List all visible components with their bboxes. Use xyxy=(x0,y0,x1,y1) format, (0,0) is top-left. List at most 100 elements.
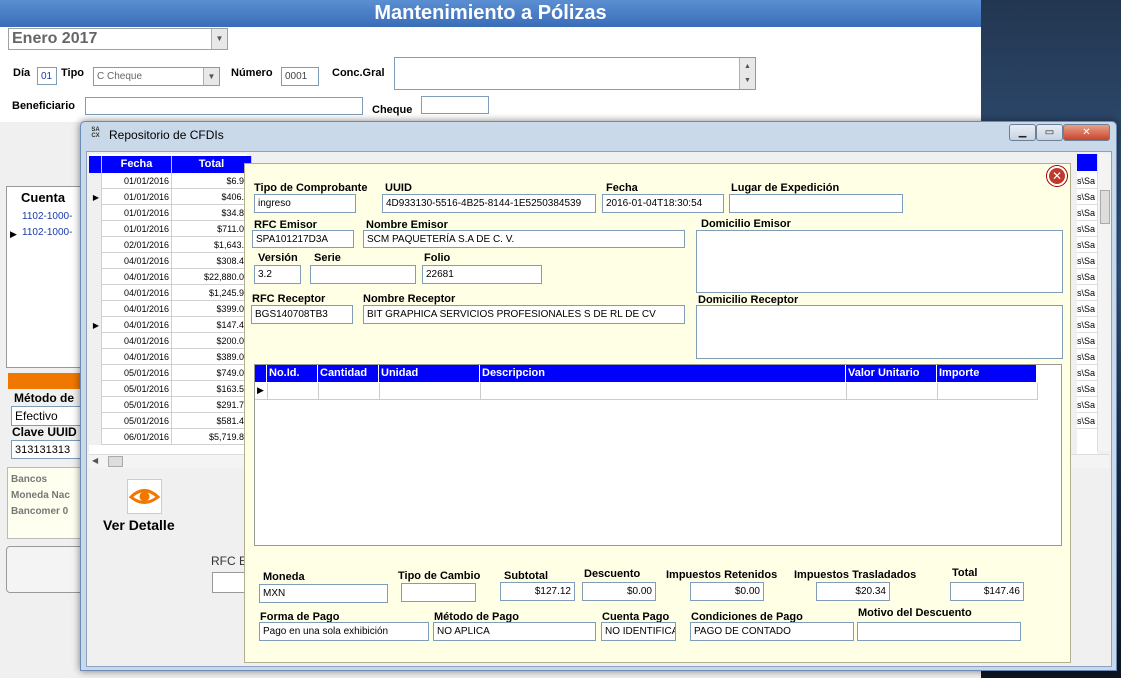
metodo-pago-field[interactable]: NO APLICA xyxy=(433,622,596,641)
row-selector[interactable] xyxy=(89,381,102,397)
cuenta-pago-field[interactable]: NO IDENTIFICADO xyxy=(601,622,676,641)
grid-row[interactable]: 04/01/2016 $399.00 xyxy=(89,301,252,317)
domicilio-emisor-field[interactable] xyxy=(696,230,1063,293)
descuento-field[interactable]: $0.00 xyxy=(582,582,656,601)
scroll-left-icon[interactable]: ◀ xyxy=(92,456,98,465)
grid-row[interactable]: 01/01/2016 $6.90 xyxy=(89,173,252,189)
scroll-thumb[interactable] xyxy=(108,456,123,467)
row-selector[interactable] xyxy=(89,429,102,445)
rfc-emisor-field[interactable]: SPA101217D3A xyxy=(252,230,354,248)
grid-cell-fecha: 06/01/2016 xyxy=(102,429,172,445)
grid-row[interactable]: 05/01/2016 $163.56 xyxy=(89,381,252,397)
metodo-input[interactable]: Efectivo xyxy=(11,406,87,426)
grid-row[interactable]: 04/01/2016 $200.00 xyxy=(89,333,252,349)
grid-row[interactable]: 02/01/2016 $1,643.9 xyxy=(89,237,252,253)
row-pointer-icon: ▶ xyxy=(92,193,99,202)
grid-row[interactable]: 04/01/2016 $1,245.90 xyxy=(89,285,252,301)
close-icon: ✕ xyxy=(1082,127,1091,138)
grid-row[interactable]: 01/01/2016 $711.00 xyxy=(89,221,252,237)
period-select[interactable]: Enero 2017 ▼ xyxy=(8,28,228,50)
condiciones-pago-field[interactable]: PAGO DE CONTADO xyxy=(690,622,854,641)
moneda-field[interactable]: MXN xyxy=(259,584,388,603)
grid-cell-peek: s\Sa xyxy=(1077,189,1097,205)
row-selector[interactable] xyxy=(89,301,102,317)
grid-row[interactable]: 01/01/2016 $34.80 xyxy=(89,205,252,221)
row-selector[interactable] xyxy=(89,173,102,189)
dia-input[interactable]: 01 xyxy=(37,67,57,85)
grid-row[interactable]: 05/01/2016 $581.40 xyxy=(89,413,252,429)
grid-cell-total: $147.46 xyxy=(172,317,252,333)
dialog-titlebar[interactable]: SA CX Repositorio de CFDIs ▁ ▭ ✕ xyxy=(81,122,1116,146)
row-selector[interactable] xyxy=(89,413,102,429)
grid-vertical-scrollbar[interactable] xyxy=(1097,154,1111,451)
tipo-comprobante-field[interactable]: ingreso xyxy=(254,194,356,213)
maximize-button[interactable]: ▭ xyxy=(1036,124,1063,141)
row-selector[interactable] xyxy=(89,205,102,221)
conceptos-header[interactable]: Descripcion xyxy=(480,365,846,382)
grid-row[interactable]: 04/01/2016 $22,880.00 xyxy=(89,269,252,285)
rfc-partial-input[interactable] xyxy=(212,572,247,593)
serie-label: Serie xyxy=(314,252,341,264)
grid-row[interactable]: ▶ 04/01/2016 $147.46 xyxy=(89,317,252,333)
conceptos-header[interactable]: Unidad xyxy=(379,365,480,382)
grid-row[interactable]: 04/01/2016 $389.00 xyxy=(89,349,252,365)
conceptos-header[interactable]: No.Id. xyxy=(267,365,318,382)
forma-pago-field[interactable]: Pago en una sola exhibición xyxy=(259,622,429,641)
impuestos-retenidos-field[interactable]: $0.00 xyxy=(690,582,764,601)
row-selector[interactable] xyxy=(89,365,102,381)
lugar-field[interactable] xyxy=(729,194,903,213)
version-field[interactable]: 3.2 xyxy=(254,265,301,284)
clave-uuid-input[interactable]: 313131313 xyxy=(11,440,87,459)
row-selector[interactable]: ▶ xyxy=(89,317,102,333)
bottom-button[interactable] xyxy=(6,546,90,593)
grid-row[interactable]: ▶ 01/01/2016 $406.0 xyxy=(89,189,252,205)
row-selector[interactable] xyxy=(89,237,102,253)
grid-row[interactable]: 05/01/2016 $749.00 xyxy=(89,365,252,381)
row-selector[interactable] xyxy=(89,269,102,285)
nombre-receptor-field[interactable]: BIT GRAPHICA SERVICIOS PROFESIONALES S D… xyxy=(363,305,685,324)
domicilio-receptor-field[interactable] xyxy=(696,305,1063,359)
close-button[interactable]: ✕ xyxy=(1063,124,1110,141)
rfc-receptor-field[interactable]: BGS140708TB3 xyxy=(251,305,353,324)
minimize-button[interactable]: ▁ xyxy=(1009,124,1036,141)
tipo-select[interactable]: C Cheque ▼ xyxy=(93,67,220,86)
conceptos-corner xyxy=(255,365,267,382)
row-selector[interactable] xyxy=(89,333,102,349)
grid-row[interactable]: 05/01/2016 $291.70 xyxy=(89,397,252,413)
nombre-emisor-field[interactable]: SCM PAQUETERÍA S.A DE C. V. xyxy=(363,230,685,248)
chevron-down-icon[interactable]: ▼ xyxy=(211,29,227,49)
row-selector[interactable]: ▶ xyxy=(89,189,102,205)
row-selector[interactable] xyxy=(89,285,102,301)
grid-header-fecha[interactable]: Fecha xyxy=(102,156,172,173)
ver-detalle-button[interactable] xyxy=(127,479,162,514)
grid-row[interactable]: 06/01/2016 $5,719.80 xyxy=(89,429,252,445)
fecha-field[interactable]: 2016-01-04T18:30:54 xyxy=(602,194,724,213)
total-field[interactable]: $147.46 xyxy=(950,582,1024,601)
row-selector[interactable] xyxy=(89,253,102,269)
motivo-descuento-field[interactable] xyxy=(857,622,1021,641)
conceptos-header[interactable]: Importe xyxy=(937,365,1037,382)
serie-field[interactable] xyxy=(310,265,416,284)
conceptos-empty-row[interactable]: ▶ xyxy=(255,383,1038,400)
folio-field[interactable]: 22681 xyxy=(422,265,542,284)
conceptos-header[interactable]: Cantidad xyxy=(318,365,379,382)
close-detail-button[interactable]: ✕ xyxy=(1047,166,1067,186)
chevron-down-icon[interactable]: ▼ xyxy=(203,68,219,85)
subtotal-field[interactable]: $127.12 xyxy=(500,582,575,601)
concgral-textarea[interactable]: ▲ ▼ xyxy=(394,57,756,90)
row-selector[interactable] xyxy=(89,349,102,365)
scrollbar[interactable]: ▲ ▼ xyxy=(739,58,755,89)
row-selector[interactable] xyxy=(89,397,102,413)
grid-row[interactable]: 04/01/2016 $308.40 xyxy=(89,253,252,269)
grid-header-total[interactable]: Total xyxy=(172,156,252,173)
uuid-field[interactable]: 4D933130-5516-4B25-8144-1E5250384539 xyxy=(382,194,596,213)
conceptos-header[interactable]: Valor Unitario xyxy=(846,365,937,382)
tipo-cambio-field[interactable] xyxy=(401,583,476,602)
grid-cell-peek: s\Sa xyxy=(1077,253,1097,269)
numero-input[interactable]: 0001 xyxy=(281,67,319,86)
row-selector[interactable] xyxy=(89,221,102,237)
impuestos-trasladados-field[interactable]: $20.34 xyxy=(816,582,890,601)
cheque-input[interactable] xyxy=(421,96,489,114)
scroll-thumb[interactable] xyxy=(1100,190,1110,224)
beneficiario-input[interactable] xyxy=(85,97,363,115)
